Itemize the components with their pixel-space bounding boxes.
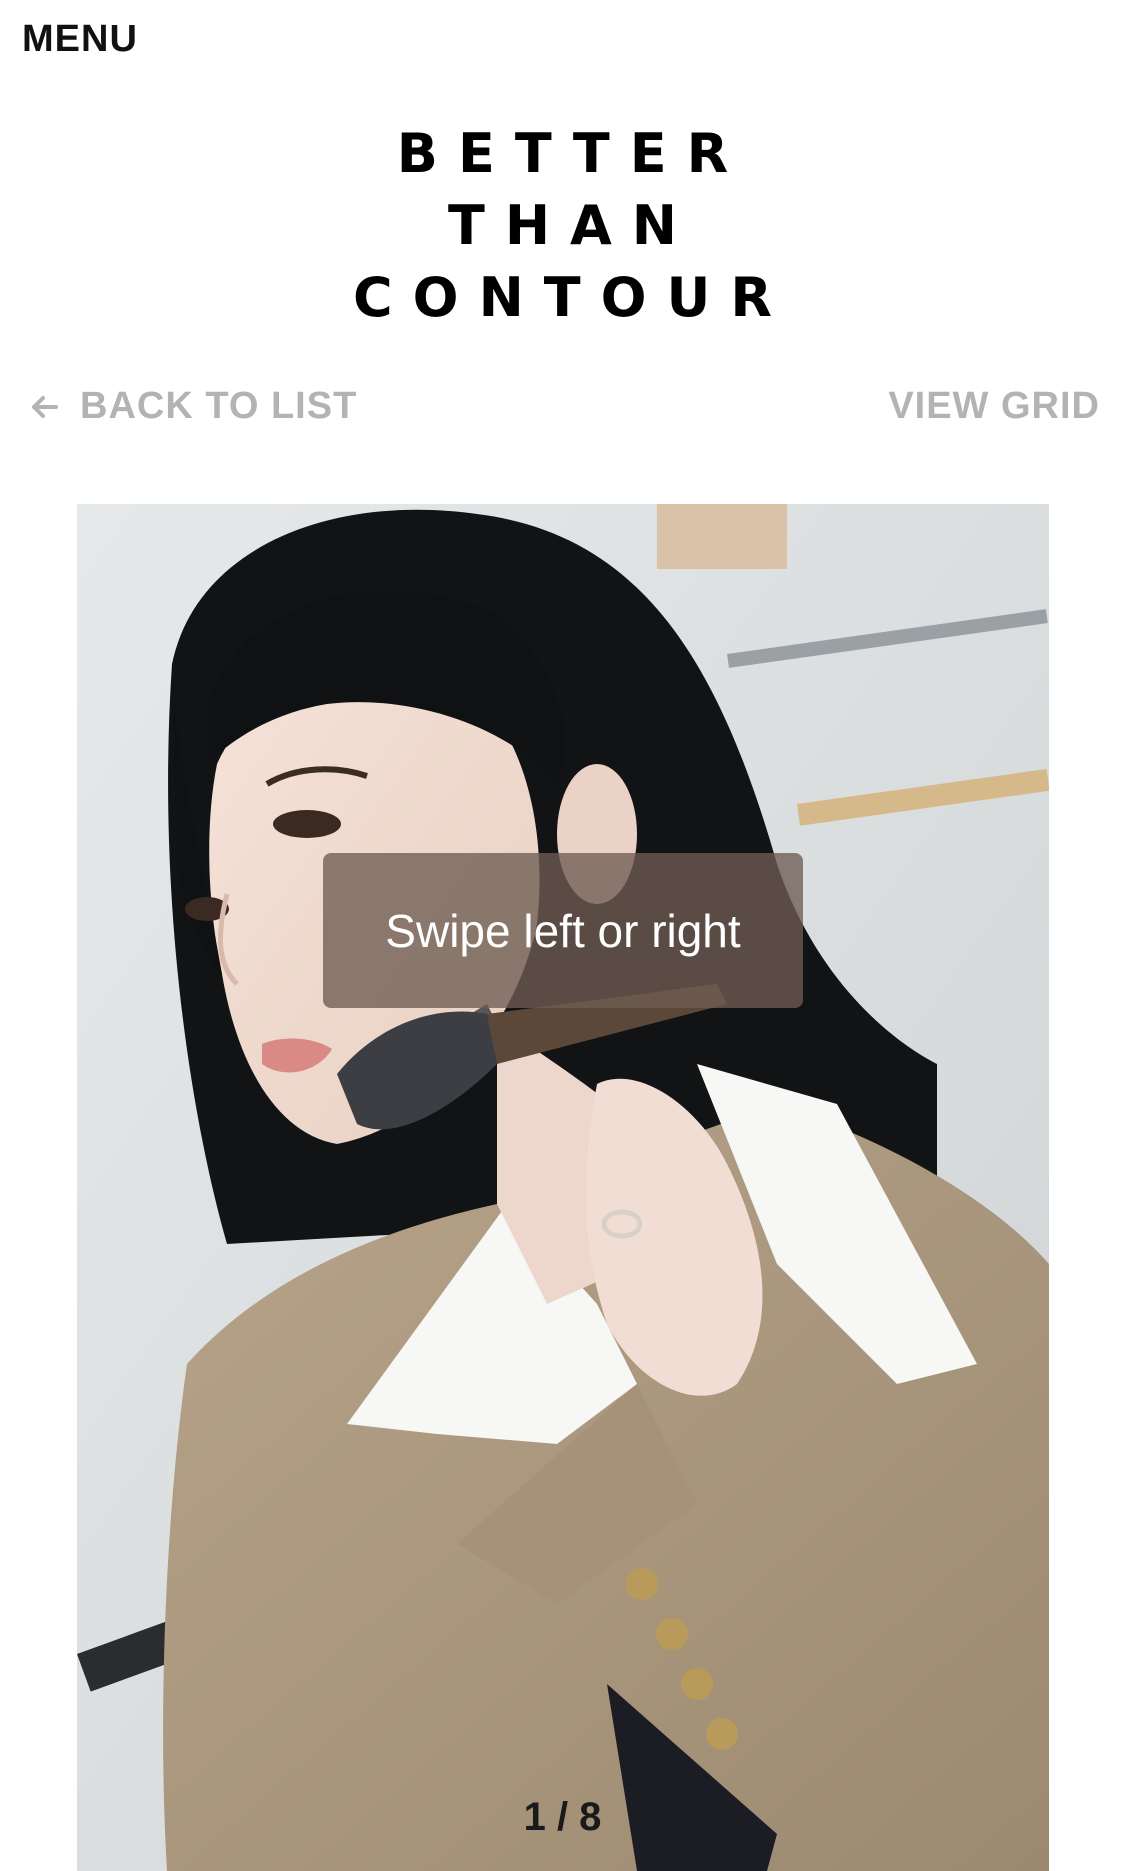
swipe-hint-overlay: Swipe left or right [323, 853, 803, 1008]
gallery-nav: BACK TO LIST VIEW GRID [0, 385, 1125, 435]
back-to-list-link[interactable]: BACK TO LIST [30, 385, 357, 428]
logo-line-2: THAN [447, 194, 697, 257]
back-to-list-label: BACK TO LIST [80, 385, 358, 427]
portrait-photo [77, 504, 1049, 1871]
brand-logo[interactable]: BETTER THAN CONTOUR [0, 118, 1125, 334]
menu-button[interactable]: MENU [22, 18, 138, 61]
gallery-image[interactable] [77, 504, 1049, 1871]
view-grid-link[interactable]: VIEW GRID [888, 385, 1100, 428]
arrow-left-icon [32, 395, 58, 418]
logo-line-3: CONTOUR [353, 266, 792, 329]
logo-line-1: BETTER [396, 122, 749, 185]
slide-counter: 1 / 8 [523, 1795, 602, 1839]
